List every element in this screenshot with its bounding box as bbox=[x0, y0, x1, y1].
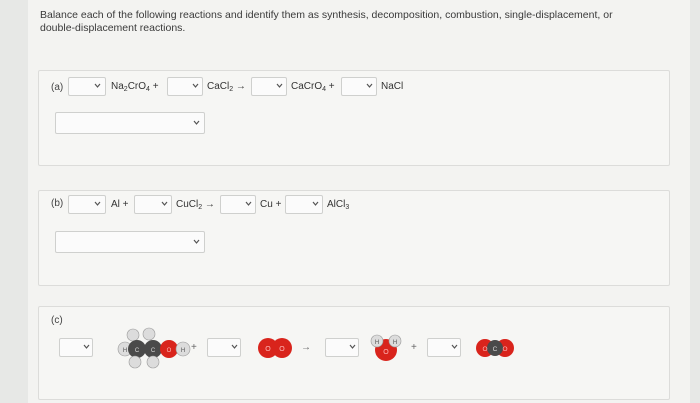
svg-text:C: C bbox=[493, 346, 498, 353]
oxygen-molecule-model: O O bbox=[257, 337, 293, 364]
part-b-label: (b) bbox=[51, 198, 64, 209]
hydrocarbon-molecule-model: C C H O H bbox=[113, 327, 193, 374]
svg-text:C: C bbox=[135, 348, 140, 354]
chevron-down-icon bbox=[366, 82, 373, 89]
formula-cacro4: CaCrO4 + bbox=[291, 81, 335, 93]
plus-operator: + bbox=[191, 342, 197, 353]
coefficient-select-a2[interactable] bbox=[167, 77, 203, 96]
chevron-down-icon bbox=[312, 200, 319, 207]
coefficient-select-c4[interactable] bbox=[427, 338, 461, 357]
formula-na2cro4: Na2CrO4 + bbox=[111, 81, 159, 93]
chevron-down-icon bbox=[193, 238, 200, 245]
chevron-down-icon bbox=[192, 82, 199, 89]
coefficient-select-a3[interactable] bbox=[251, 77, 287, 96]
water-molecule-model: H H O bbox=[369, 334, 403, 369]
formula-alcl3: AlCl3 bbox=[327, 199, 350, 211]
plus-operator: + bbox=[411, 342, 417, 353]
svg-text:O: O bbox=[383, 349, 389, 356]
svg-text:O: O bbox=[167, 348, 172, 354]
coefficient-select-a1[interactable] bbox=[68, 77, 106, 96]
part-c-panel: (c) C C H O H + O O → H H O + O C O bbox=[38, 306, 670, 400]
question-instructions: Balance each of the following reactions … bbox=[40, 9, 613, 34]
part-c-label: (c) bbox=[51, 315, 63, 326]
coefficient-select-b2[interactable] bbox=[134, 195, 172, 214]
part-a-label: (a) bbox=[51, 82, 64, 93]
svg-text:H: H bbox=[375, 340, 379, 346]
formula-cacl2: CaCl2 → bbox=[207, 81, 246, 93]
svg-text:H: H bbox=[181, 348, 185, 354]
coefficient-select-b4[interactable] bbox=[285, 195, 323, 214]
coefficient-select-c1[interactable] bbox=[59, 338, 93, 357]
chevron-down-icon bbox=[94, 82, 101, 89]
chevron-down-icon bbox=[94, 200, 101, 207]
svg-text:H: H bbox=[393, 340, 397, 346]
carbon-dioxide-molecule-model: O C O bbox=[475, 337, 515, 364]
formula-nacl: NaCl bbox=[381, 81, 404, 92]
reaction-type-select-a[interactable] bbox=[55, 112, 205, 134]
svg-text:H: H bbox=[123, 348, 127, 354]
chevron-down-icon bbox=[451, 343, 458, 350]
arrow-operator: → bbox=[301, 342, 311, 353]
chevron-down-icon bbox=[349, 343, 356, 350]
svg-text:O: O bbox=[482, 346, 487, 353]
formula-cucl2: CuCl2 → bbox=[176, 199, 215, 211]
coefficient-select-c2[interactable] bbox=[207, 338, 241, 357]
svg-text:O: O bbox=[279, 346, 285, 353]
reaction-type-select-b[interactable] bbox=[55, 231, 205, 253]
svg-text:O: O bbox=[502, 346, 507, 353]
chevron-down-icon bbox=[161, 200, 168, 207]
coefficient-select-a4[interactable] bbox=[341, 77, 377, 96]
chevron-down-icon bbox=[245, 200, 252, 207]
svg-text:C: C bbox=[151, 348, 156, 354]
chevron-down-icon bbox=[193, 119, 200, 126]
chevron-down-icon bbox=[231, 343, 238, 350]
part-a-panel: (a) Na2CrO4 + CaCl2 → CaCrO4 + NaCl bbox=[38, 70, 670, 166]
svg-text:O: O bbox=[265, 346, 271, 353]
coefficient-select-b1[interactable] bbox=[68, 195, 106, 214]
formula-cu: Cu + bbox=[260, 199, 282, 210]
coefficient-select-b3[interactable] bbox=[220, 195, 256, 214]
chevron-down-icon bbox=[276, 82, 283, 89]
part-b-panel: (b) Al + CuCl2 → Cu + AlCl3 bbox=[38, 190, 670, 286]
chevron-down-icon bbox=[83, 343, 90, 350]
formula-al: Al + bbox=[111, 199, 129, 210]
coefficient-select-c3[interactable] bbox=[325, 338, 359, 357]
